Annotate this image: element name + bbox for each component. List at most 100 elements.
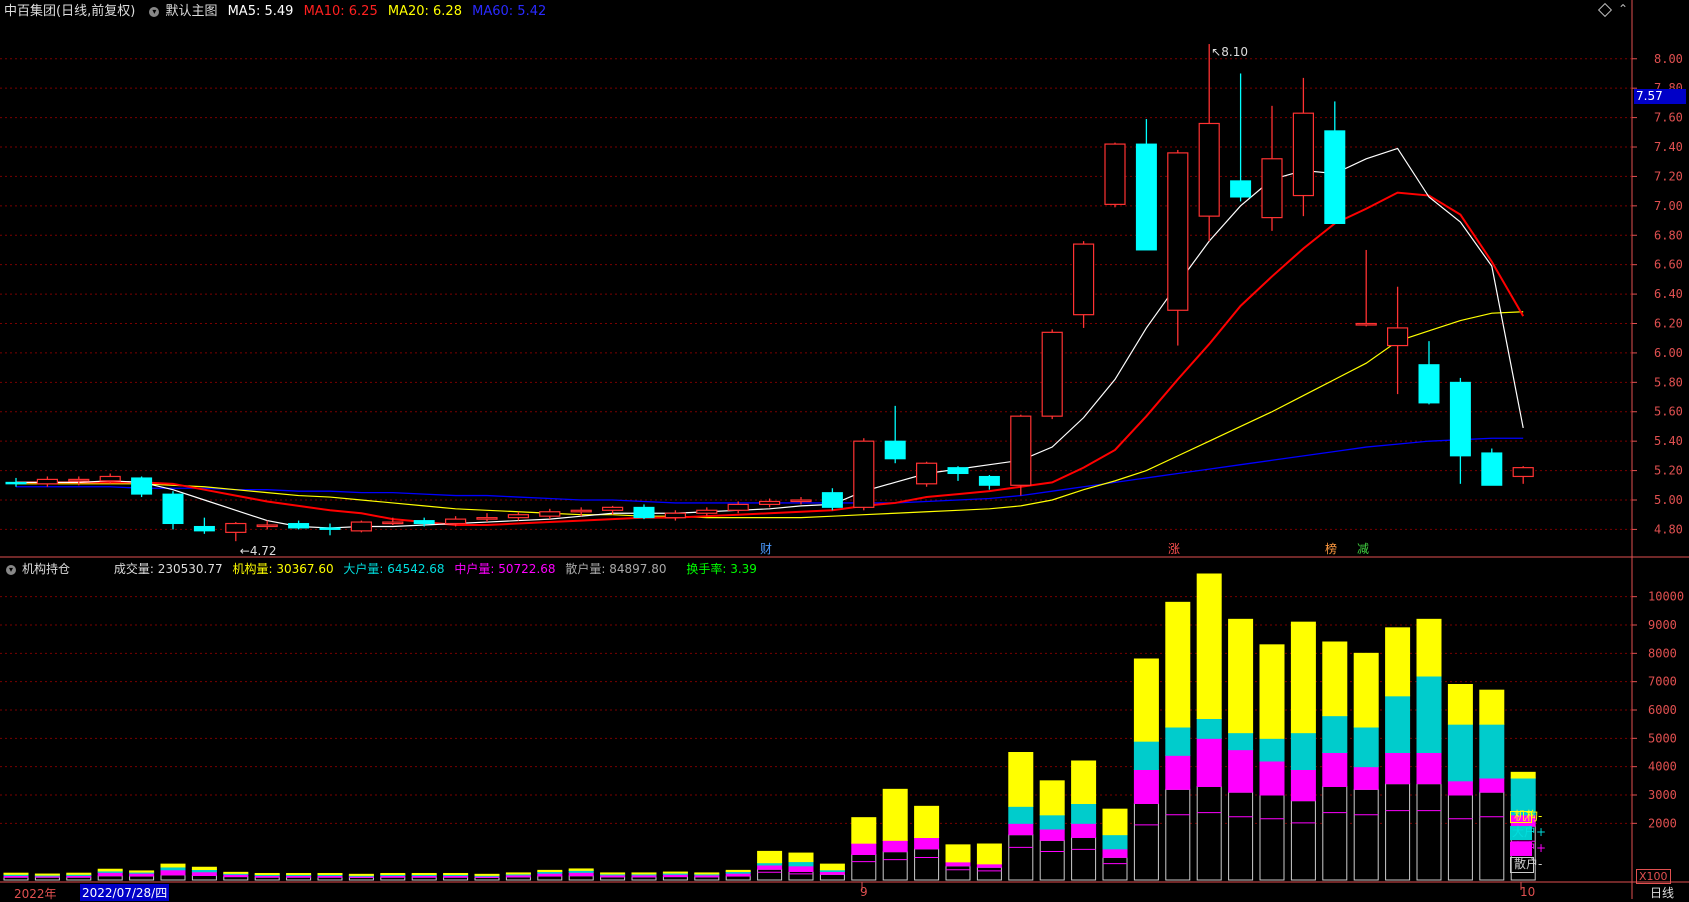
year-label: 2022年 <box>14 887 57 901</box>
volume-segment-inst <box>223 871 249 874</box>
chart-svg: 8.007.807.607.407.207.006.806.606.406.20… <box>0 0 1689 899</box>
down-candle <box>1324 101 1346 224</box>
legend-retail: 散户- <box>1510 856 1546 873</box>
price-tick-label: 6.20 <box>1654 317 1683 331</box>
up-candle <box>36 476 59 487</box>
big-value: 64542.68 <box>387 562 445 576</box>
ma5-line <box>16 147 1524 529</box>
volume-segment-inst <box>1039 780 1065 816</box>
event-marker[interactable]: 榜 <box>1325 540 1337 557</box>
indicator-name[interactable]: 机构持仓 <box>22 562 70 576</box>
volume-value: 230530.77 <box>157 562 223 576</box>
volume-segment-retail <box>819 873 845 881</box>
candle-body <box>225 522 247 533</box>
candlesticks: ↖8.10←4.72 <box>5 44 1534 558</box>
volume-stack <box>1479 689 1505 881</box>
down-candle <box>1449 377 1471 484</box>
down-candle <box>288 520 310 530</box>
volume-segment-mid <box>1290 769 1316 802</box>
volume-segment-big <box>1353 726 1379 768</box>
caret-up-icon[interactable]: ⌃ <box>1618 2 1628 16</box>
ma5-readout: MA5: 5.49 <box>228 4 294 19</box>
price-tick-label: 6.00 <box>1654 346 1683 360</box>
volume-segment-retail <box>191 874 217 881</box>
volume-tick-label: 9000 <box>1648 618 1677 632</box>
candle-body <box>1292 112 1315 197</box>
volume-unit-badge: X100 <box>1636 869 1671 884</box>
period-label[interactable]: 日线 <box>1650 884 1674 901</box>
candle-body <box>1230 180 1252 198</box>
volume-segment-inst <box>1479 689 1505 725</box>
volume-stack <box>505 872 531 881</box>
volume-segment-inst <box>505 872 531 875</box>
volume-segment-inst <box>443 872 469 875</box>
volume-segment-inst <box>976 843 1002 865</box>
volume-segment-inst <box>694 872 720 875</box>
stock-title[interactable]: 中百集团 <box>4 4 56 19</box>
volume-segment-mid <box>1039 828 1065 841</box>
cursor-date-label: 2022/07/28/四 <box>80 884 170 901</box>
price-tick-label: 5.20 <box>1654 464 1683 478</box>
volume-segment-big <box>1039 814 1065 830</box>
up-candle <box>350 520 372 533</box>
ma5-label: MA5: <box>227 4 261 19</box>
volume-segment-retail <box>97 875 123 881</box>
volume-segment-inst <box>914 805 940 838</box>
ma60-readout: MA60: 5.42 <box>472 4 546 19</box>
down-candle <box>978 474 1000 490</box>
up-candle <box>915 461 938 487</box>
volume-stack <box>1008 752 1034 881</box>
up-candle <box>476 513 498 523</box>
dropdown-icon[interactable]: ▾ <box>149 6 160 17</box>
candle-body <box>1041 331 1063 417</box>
volume-segment-retail <box>1479 791 1505 881</box>
volume-stack <box>1133 658 1159 881</box>
volume-stack <box>725 869 751 881</box>
ma20-value: 6.28 <box>433 4 462 19</box>
volume-tick-label: 10000 <box>1648 590 1684 604</box>
month-marker-10: 10 <box>1520 885 1536 899</box>
volume-segment-mid <box>1259 760 1285 796</box>
price-tick-label: 5.00 <box>1654 493 1683 507</box>
volume-segment-inst <box>380 872 406 875</box>
event-marker[interactable]: 减 <box>1357 540 1369 557</box>
volume-segment-retail <box>1416 783 1442 881</box>
main-chart-name[interactable]: 默认主图 <box>165 4 217 19</box>
candle-body <box>696 509 718 514</box>
candle-body <box>633 506 655 519</box>
volume-tick-label: 8000 <box>1648 646 1677 660</box>
candle-body <box>978 475 1000 486</box>
up-candle <box>664 510 687 521</box>
event-marker[interactable]: 涨 <box>1168 540 1180 557</box>
month-marker-9: 9 <box>860 885 868 899</box>
volume-tick-label: 4000 <box>1648 760 1677 774</box>
volume-segment-mid <box>1102 848 1128 858</box>
up-candle <box>1167 149 1189 346</box>
volume-segment-inst <box>286 872 312 875</box>
volume-stack <box>317 872 343 881</box>
down-candle <box>193 517 215 534</box>
candle-body <box>915 462 938 485</box>
up-candle <box>225 522 247 542</box>
legend-mid-label: 中户+ <box>1512 841 1547 855</box>
volume-stack <box>1196 573 1222 881</box>
volume-stack <box>914 805 940 881</box>
volume-stack <box>348 873 374 881</box>
down-candle <box>1135 119 1157 251</box>
volume-segment-big <box>1165 726 1191 756</box>
volume-segment-inst <box>819 863 845 871</box>
volume-segment-retail <box>914 848 940 881</box>
price-tick-label: 5.80 <box>1654 375 1683 389</box>
volume-segment-retail <box>851 854 877 881</box>
candle-body <box>790 499 812 503</box>
up-candle <box>1072 241 1095 328</box>
volume-segment-retail <box>1353 788 1379 881</box>
volume-segment-inst <box>317 872 343 875</box>
candle-body <box>131 477 153 495</box>
ma60-value: 5.42 <box>517 4 547 19</box>
indicator-dropdown-icon[interactable]: ▾ <box>6 564 16 575</box>
event-marker[interactable]: 财 <box>760 540 772 557</box>
volume-segment-big <box>1196 718 1222 739</box>
ma10-value: 6.25 <box>348 4 378 19</box>
volume-segment-inst <box>129 870 155 873</box>
